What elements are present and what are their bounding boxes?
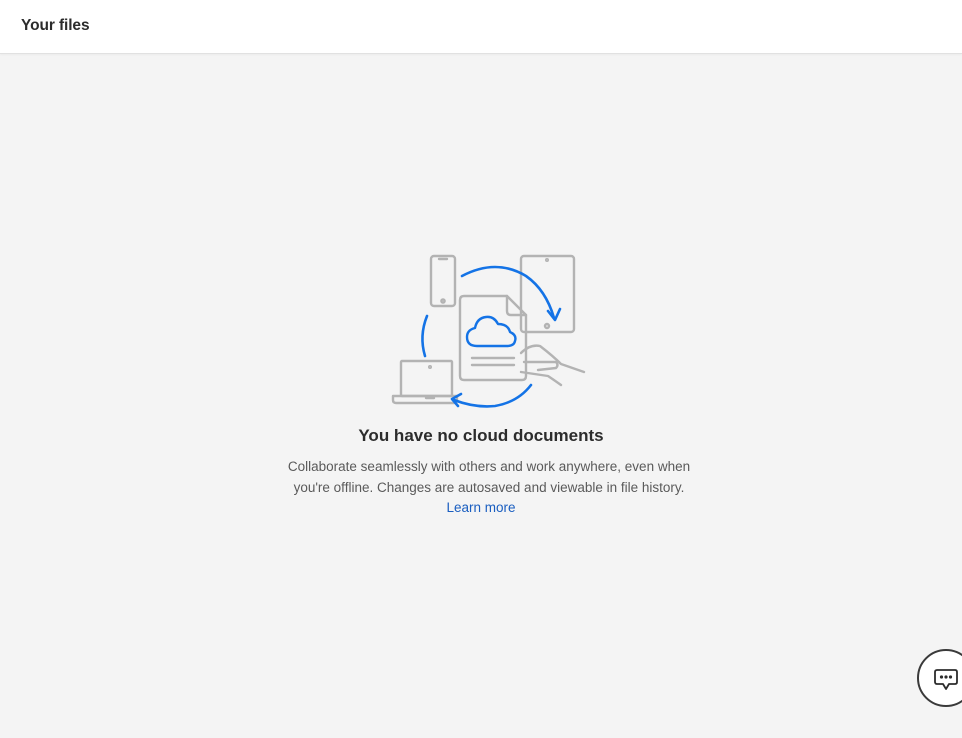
chat-button[interactable]: [917, 649, 962, 707]
devices-cloud-sync-illustration: [388, 252, 588, 412]
empty-state-description: Collaborate seamlessly with others and w…: [287, 459, 691, 495]
learn-more-link[interactable]: Learn more: [446, 500, 515, 515]
learn-more-container: Learn more: [0, 499, 962, 517]
empty-state-title: You have no cloud documents: [358, 426, 604, 445]
chat-bubble-icon: [934, 669, 958, 690]
top-header: Your files: [0, 0, 962, 54]
page-title: Your files: [21, 17, 90, 34]
